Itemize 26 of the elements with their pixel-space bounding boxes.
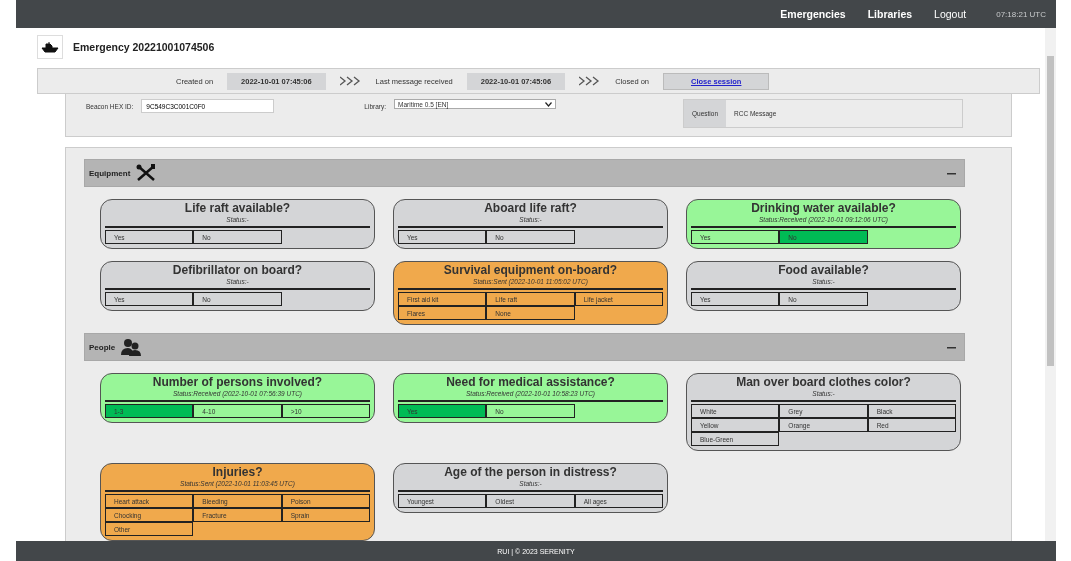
- question-title: Aboard life raft?: [483, 201, 578, 215]
- section-header[interactable]: People: [84, 333, 965, 361]
- question-title: Life raft available?: [183, 201, 292, 215]
- nav-link[interactable]: Libraries: [867, 8, 913, 20]
- page-title: Emergency 20221001074506: [73, 41, 215, 53]
- section-header[interactable]: Equipment: [84, 159, 965, 187]
- question-title: Injuries?: [211, 465, 264, 479]
- caret-icon: [545, 101, 552, 107]
- tools-icon: [136, 164, 157, 182]
- chevrons-icon: [339, 76, 362, 86]
- nav-link[interactable]: Emergencies: [780, 8, 846, 20]
- clock: 07:18:21 UTC: [996, 9, 1046, 19]
- nav-link[interactable]: Logout: [934, 8, 967, 20]
- section-title: People: [89, 342, 116, 352]
- question-title: Need for medical assistance?: [445, 375, 616, 389]
- question-title: Number of persons involved?: [151, 375, 324, 389]
- ship-icon: [41, 41, 59, 53]
- question-title: Man over board clothes color?: [735, 375, 912, 389]
- question-title: Age of the person in distress?: [443, 465, 618, 479]
- scrollbar[interactable]: [1045, 28, 1056, 541]
- question-title: Survival equipment on-board?: [442, 263, 619, 277]
- question-title: Drinking water available?: [750, 201, 897, 215]
- question-title: Defibrillator on board?: [171, 263, 304, 277]
- people-icon: [121, 338, 142, 356]
- question-title: Food available?: [777, 263, 870, 277]
- section-title: Equipment: [89, 168, 131, 178]
